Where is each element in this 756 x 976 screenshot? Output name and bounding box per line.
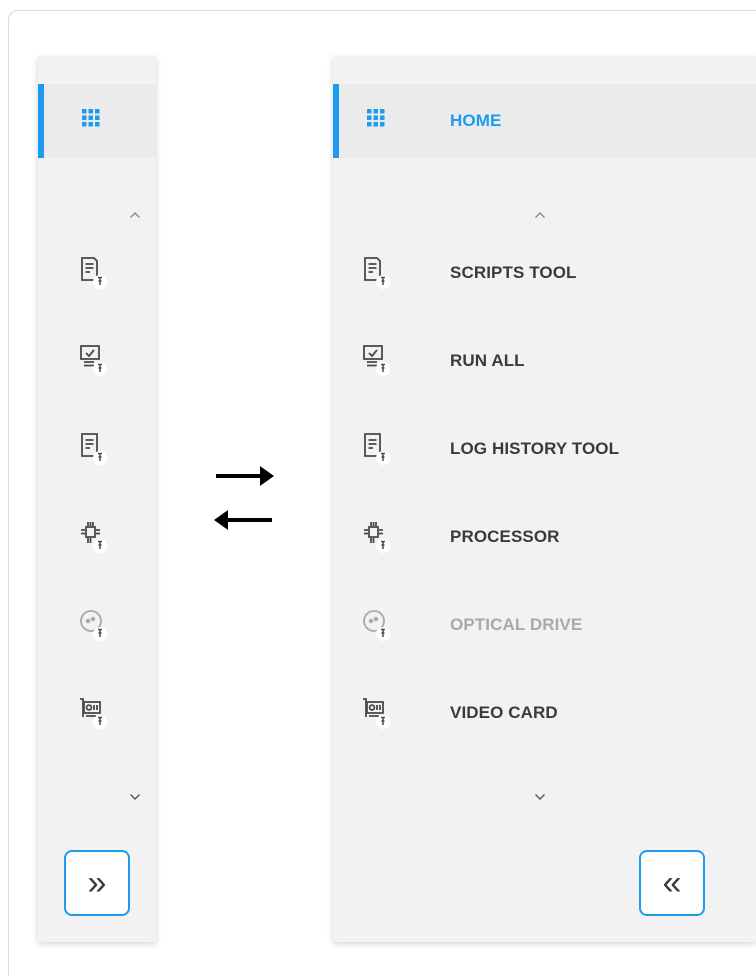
nav-item-log-history-tool[interactable] <box>38 412 156 486</box>
monitor-check-pin-icon <box>360 342 394 376</box>
collapse-double-chevron-icon: « <box>662 864 682 902</box>
nav-item-run-all[interactable] <box>38 324 156 398</box>
nav-item-home[interactable]: HOME <box>333 84 756 158</box>
nav-item-home[interactable] <box>38 84 156 158</box>
grid-icon <box>360 102 394 136</box>
video-card-pin-icon <box>77 695 111 729</box>
grid-icon <box>77 102 111 136</box>
expand-sidebar-button[interactable]: » <box>64 850 130 916</box>
nav-item-run-all[interactable]: RUN ALL <box>333 324 756 398</box>
script-document-pin-icon <box>360 255 394 289</box>
video-card-pin-icon <box>360 695 394 729</box>
nav-item-processor[interactable]: PROCESSOR <box>333 500 756 574</box>
sidebar-expanded: HOME SCRIPTS TOOL RUN ALL LOG HISTORY TO… <box>333 56 756 942</box>
nav-label-run-all: RUN ALL <box>450 351 525 370</box>
optical-disc-pin-icon <box>360 607 394 641</box>
nav-item-log-history-tool[interactable]: LOG HISTORY TOOL <box>333 412 756 486</box>
nav-label-scripts-tool: SCRIPTS TOOL <box>450 263 577 282</box>
chevron-down-icon[interactable] <box>129 788 141 800</box>
nav-item-scripts-tool[interactable] <box>38 236 156 310</box>
nav-item-processor[interactable] <box>38 500 156 574</box>
collapse-sidebar-button[interactable]: « <box>639 850 705 916</box>
processor-chip-pin-icon <box>360 519 394 553</box>
script-document-pin-icon <box>77 255 111 289</box>
nav-item-video-card[interactable] <box>38 676 156 750</box>
expand-double-chevron-icon: » <box>87 864 107 902</box>
chevron-down-icon[interactable] <box>534 788 546 800</box>
log-document-pin-icon <box>77 431 111 465</box>
nav-label-optical-drive: OPTICAL DRIVE <box>450 615 583 634</box>
chevron-up-icon[interactable] <box>534 206 546 218</box>
nav-item-optical-drive[interactable] <box>38 588 156 662</box>
sidebar-collapsed: » <box>38 56 156 942</box>
processor-chip-pin-icon <box>77 519 111 553</box>
optical-disc-pin-icon <box>77 607 111 641</box>
nav-item-optical-drive[interactable]: OPTICAL DRIVE <box>333 588 756 662</box>
nav-label-home: HOME <box>450 111 502 130</box>
nav-label-video-card: VIDEO CARD <box>450 703 558 722</box>
nav-item-video-card[interactable]: VIDEO CARD <box>333 676 756 750</box>
swap-arrows-icon <box>212 460 276 532</box>
log-document-pin-icon <box>360 431 394 465</box>
nav-item-scripts-tool[interactable]: SCRIPTS TOOL <box>333 236 756 310</box>
chevron-up-icon[interactable] <box>129 206 141 218</box>
nav-label-log-history-tool: LOG HISTORY TOOL <box>450 439 620 458</box>
nav-label-processor: PROCESSOR <box>450 527 560 546</box>
monitor-check-pin-icon <box>77 342 111 376</box>
